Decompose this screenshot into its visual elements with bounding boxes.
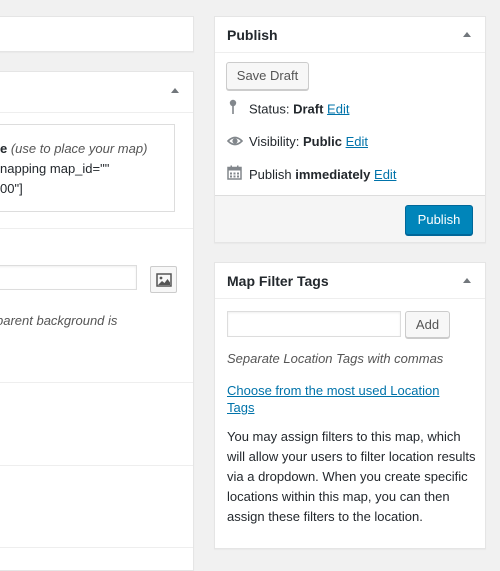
visibility-row: Visibility: Public Edit [226,132,368,153]
toggle-arrow-icon[interactable] [463,278,471,283]
image-url-input[interactable] [0,265,137,290]
publish-title: Publish [227,27,278,43]
save-draft-button[interactable]: Save Draft [226,62,309,90]
publish-date-value: immediately [295,167,371,182]
map-filter-tags-panel: Map Filter Tags Add Separate Location Ta… [214,262,486,549]
status-row: Status: Draft Edit [227,99,349,119]
edit-visibility-link[interactable]: Edit [346,134,368,149]
divider [0,547,193,548]
divider [0,465,193,466]
left-top-panel [0,16,194,52]
tags-howto: Separate Location Tags with commas [227,351,444,366]
divider [0,228,193,229]
shortcode-line-2[interactable]: 00"] [0,179,174,199]
pin-icon [227,99,243,121]
add-tag-button[interactable]: Add [405,311,450,338]
map-filter-tags-header[interactable]: Map Filter Tags [215,263,485,299]
edit-status-link[interactable]: Edit [327,101,349,116]
publish-button[interactable]: Publish [405,205,473,235]
publish-date-label: Publish [249,167,296,182]
eye-icon [226,133,244,153]
shortcode-heading: e (use to place your map) [0,139,174,159]
left-panel-header[interactable] [0,72,193,113]
new-tag-input[interactable] [227,311,401,337]
choose-most-used-tags-link[interactable]: Choose from the most used Location Tags [227,382,467,416]
image-icon [156,273,172,287]
image-upload-button[interactable] [150,266,177,293]
visibility-label: Visibility: [249,134,303,149]
left-map-settings-panel: e (use to place your map) napping map_id… [0,71,194,571]
status-label: Status: [249,101,294,117]
map-filter-description: You may assign filters to this map, whic… [227,429,476,524]
divider [0,382,193,383]
map-filter-tags-title: Map Filter Tags [227,273,329,289]
publish-panel-header[interactable]: Publish [215,17,485,53]
transparent-bg-note: parent background is [0,313,118,328]
toggle-arrow-icon[interactable] [171,88,179,93]
publish-actions: Publish [215,195,485,242]
publish-panel: Publish Save Draft Status: Draft Edit Vi… [214,16,486,243]
toggle-arrow-icon[interactable] [463,32,471,37]
calendar-icon [227,165,243,186]
shortcode-box: e (use to place your map) napping map_id… [0,124,175,212]
visibility-value: Public [302,134,342,149]
publish-date-row: Publish immediately Edit [227,165,396,185]
shortcode-line-1[interactable]: napping map_id="" [0,159,174,179]
shortcode-hint: (use to place your map) [7,141,148,156]
status-value: Draft [293,101,324,117]
edit-publish-date-link[interactable]: Edit [374,167,396,182]
